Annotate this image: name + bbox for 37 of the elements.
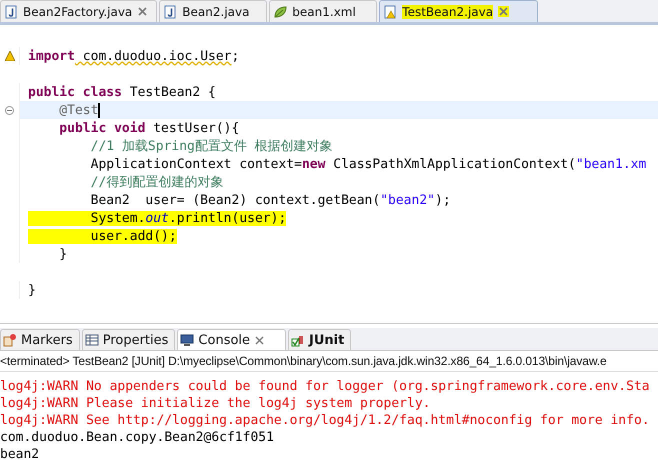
code-line: }	[28, 282, 36, 298]
code-line: Bean2 user= (Bean2) context.getBean("bean2");	[90, 192, 451, 208]
console-header: <terminated> TestBean2 [JUnit] D:\myeclipse\Common\binary\com.sun.java.jdk.win32.x86_64_1.6.0.013\bin\javaw.e	[0, 351, 658, 372]
editor-tab[interactable]: TestBean2.java	[379, 0, 538, 22]
console-line: log4j:WARN See http://logging.apache.org/log4j/1.2/faq.html#noconfig for more info.	[0, 412, 651, 429]
leaf-icon	[273, 4, 288, 18]
console-line: bean2	[0, 446, 40, 463]
code-line: //得到配置创建的对象	[90, 174, 224, 191]
warning-icon	[4, 51, 14, 61]
monitor-icon	[180, 333, 194, 347]
panel-tab[interactable]: Properties	[82, 329, 176, 350]
editor-tab[interactable]: bean1.xml	[269, 0, 378, 22]
table-icon	[84, 333, 99, 347]
close-icon[interactable]	[254, 334, 266, 346]
markers-icon	[3, 333, 17, 347]
code-line: public void testUser(){	[58, 120, 240, 136]
code-line: public class TestBean2 {	[28, 84, 216, 100]
close-icon[interactable]	[498, 6, 510, 17]
editor-tab[interactable]: Bean2.java	[159, 0, 268, 22]
code-line: @Test	[58, 102, 98, 118]
collapse-icon[interactable]	[5, 106, 14, 114]
java-file-icon	[163, 4, 178, 18]
panel-tab[interactable]: Console	[177, 329, 286, 350]
code-line: //1 加载Spring配置文件 根据创建对象	[90, 138, 333, 155]
java-file-warning-icon	[383, 4, 398, 18]
java-file-icon	[4, 4, 18, 18]
code-line: ApplicationContext context=new ClassPathXmlApplicationContext("bean1.xm	[90, 156, 646, 172]
panel-tab[interactable]: Markers	[0, 329, 80, 350]
console-line: log4j:WARN No appenders could be found for logger (org.springframework.core.env.Sta	[0, 378, 651, 395]
editor-tab[interactable]: Bean2Factory.java	[0, 0, 158, 22]
code-line: }	[58, 246, 68, 262]
console-line: log4j:WARN Please initialize the log4j system properly.	[0, 395, 432, 412]
code-line: import com.duoduo.ioc.User;	[28, 48, 240, 64]
junit-icon	[291, 333, 306, 347]
panel-tab[interactable]: JUnit	[288, 329, 352, 350]
close-icon[interactable]	[137, 6, 148, 17]
console-line: com.duoduo.Bean.copy.Bean2@6cf1f051	[0, 429, 275, 446]
